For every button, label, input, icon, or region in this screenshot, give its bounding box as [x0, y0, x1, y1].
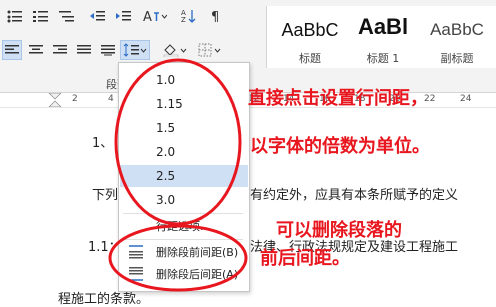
align-right-button[interactable] [50, 40, 70, 60]
ruler-number: 4 [108, 94, 114, 104]
svg-text:Z: Z [181, 16, 186, 23]
line-spacing-options-item[interactable]: 行距选项... [120, 215, 248, 237]
multilevel-list-button[interactable] [56, 6, 78, 26]
remove-space-after-item[interactable]: 删除段后间距(A) [120, 263, 248, 285]
space-after-icon [129, 267, 143, 281]
paint-bucket-icon [163, 44, 187, 57]
styles-gallery: AaBbC 标题 AaBl 标题 1 AaBbC 副标题 [266, 6, 496, 68]
bullets-icon [7, 10, 22, 23]
annotation-text: 前后间距。 [260, 248, 350, 269]
align-right-icon [53, 45, 67, 54]
style-name: 标题 [299, 52, 321, 65]
indent-marker-icon[interactable] [48, 93, 62, 107]
line-spacing-option[interactable]: 1.5 [120, 117, 248, 139]
shading-button[interactable] [160, 40, 190, 60]
annotation-text: 以字体的倍数为单位。 [250, 136, 430, 157]
align-left-icon [5, 45, 19, 54]
space-before-icon [129, 245, 143, 259]
align-center-icon [29, 45, 43, 54]
style-preview: AaBbC [281, 20, 339, 40]
line-spacing-option[interactable]: 1.0 [120, 69, 248, 91]
line-spacing-option[interactable]: 1.15 [120, 93, 248, 115]
annotation-text: 直接点击设置行间距， [248, 88, 428, 109]
asian-layout-icon: A [143, 10, 167, 23]
align-left-button[interactable] [2, 40, 22, 60]
style-preview: AaBl [357, 14, 409, 39]
line-spacing-option[interactable]: 3.0 [120, 189, 248, 211]
annotation-text: 可以删除段落的 [276, 220, 402, 241]
style-title[interactable]: AaBbC 标题 [271, 6, 349, 68]
increase-indent-icon [116, 11, 131, 21]
distribute-icon [101, 45, 115, 56]
svg-text:A: A [143, 10, 152, 23]
distribute-button[interactable] [98, 40, 118, 60]
menu-divider [123, 213, 243, 214]
justify-icon [77, 45, 91, 54]
style-name: 副标题 [440, 52, 474, 65]
numbering-button[interactable] [30, 6, 52, 26]
doc-line: 1、 [92, 136, 114, 151]
line-spacing-menu: 1.0 1.15 1.5 2.0 2.5 3.0 行距选项... 删除段前间距(… [118, 62, 250, 292]
menu-divider [123, 239, 243, 240]
line-spacing-option[interactable]: 2.0 [120, 141, 248, 163]
justify-button[interactable] [74, 40, 94, 60]
decrease-indent-icon [90, 11, 105, 21]
line-spacing-option-selected[interactable]: 2.5 [120, 165, 248, 187]
remove-space-after-label: 删除段后间距(A) [156, 268, 239, 281]
bullets-button[interactable] [4, 6, 26, 26]
remove-space-before-item[interactable]: 删除段前间距(B) [120, 241, 248, 263]
ruler-number: 2 [72, 94, 78, 104]
ruler-number: 24 [460, 94, 472, 104]
line-spacing-icon [123, 43, 147, 57]
style-name: 标题 1 [366, 52, 400, 65]
doc-line: 有约定外，应具有本条所赋予的定义 [250, 188, 459, 203]
line-spacing-button[interactable] [120, 40, 150, 60]
borders-button[interactable] [196, 40, 226, 60]
svg-text:¶: ¶ [211, 10, 219, 23]
multilevel-list-icon [59, 11, 74, 22]
doc-line: 1.1： [88, 240, 122, 255]
style-subtitle[interactable]: AaBbC 副标题 [417, 6, 496, 68]
increase-indent-button[interactable] [112, 6, 134, 26]
align-center-button[interactable] [26, 40, 46, 60]
remove-space-before-label: 删除段前间距(B) [156, 246, 239, 259]
show-marks-button[interactable]: ¶ [206, 6, 228, 26]
borders-icon [198, 43, 221, 57]
decrease-indent-button[interactable] [86, 6, 108, 26]
sort-button[interactable]: AZ [178, 6, 200, 26]
doc-line: 下列 [92, 188, 119, 203]
style-preview: AaBbC [430, 20, 484, 39]
style-heading-1[interactable]: AaBl 标题 1 [347, 6, 419, 68]
asian-layout-button[interactable]: A [140, 6, 170, 26]
sort-icon: AZ [181, 9, 196, 23]
pilcrow-icon: ¶ [211, 10, 219, 23]
numbering-icon [33, 11, 48, 22]
